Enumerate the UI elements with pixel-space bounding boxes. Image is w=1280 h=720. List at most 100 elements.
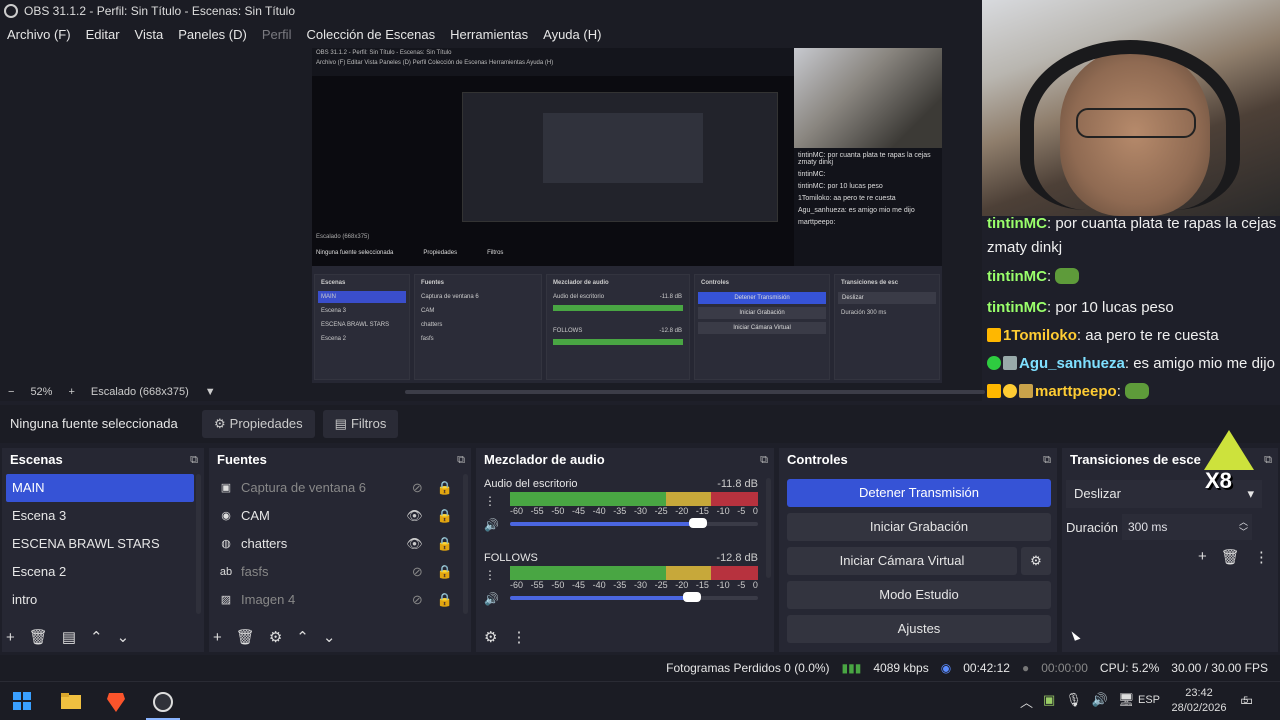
stepper-icon[interactable]: ︿ ﹀ (1239, 517, 1248, 537)
clock[interactable]: 23:42 28/02/2026 (1170, 686, 1228, 716)
transition-menu-icon[interactable]: ⋮ (1254, 548, 1269, 566)
lock-icon[interactable]: 🔒 (437, 530, 453, 558)
language-indicator[interactable]: ESP (1138, 694, 1160, 706)
lock-icon[interactable]: 🔒 (437, 474, 453, 502)
menu-coleccion[interactable]: Colección de Escenas (306, 27, 435, 42)
scene-item-escena-2[interactable]: Escena 2 (6, 558, 194, 586)
menu-perfil[interactable]: Perfil (262, 27, 292, 42)
volume-handle[interactable] (683, 592, 702, 602)
move-down-icon[interactable]: ⌄ (323, 628, 336, 646)
tray-chevron-icon[interactable]: ︿ (1020, 692, 1033, 711)
microphone-icon[interactable]: 🎙 (1065, 692, 1082, 711)
undock-icon[interactable]: ⧉ (190, 448, 198, 472)
scene-item-brawl-stars[interactable]: ESCENA BRAWL STARS (6, 530, 194, 558)
lock-icon[interactable]: 🔒 (437, 558, 453, 586)
mixer-title: Mezclador de audio (484, 452, 605, 467)
sources-scrollbar[interactable] (463, 474, 468, 614)
volume-handle[interactable] (688, 518, 707, 528)
volume-slider[interactable] (510, 518, 707, 528)
filters-label: Filtros (350, 416, 387, 431)
volume-slider[interactable] (510, 592, 702, 602)
menu-vista[interactable]: Vista (135, 27, 164, 42)
menu-paneles[interactable]: Paneles (D) (178, 27, 247, 42)
more-options-icon[interactable]: ⋮ (484, 568, 496, 582)
lock-icon[interactable]: 🔒 (437, 502, 453, 530)
move-down-icon[interactable]: ⌄ (117, 628, 130, 646)
undock-icon[interactable]: ⧉ (1043, 448, 1051, 472)
notifications-icon[interactable]: ▭5 (1240, 692, 1258, 709)
preview-scrollbar[interactable] (405, 390, 985, 394)
eye-hidden-icon[interactable]: ⊘ (412, 586, 423, 614)
obs-taskbar-icon[interactable] (152, 691, 174, 713)
menu-herramientas[interactable]: Herramientas (450, 27, 528, 42)
menu-ayuda[interactable]: Ayuda (H) (543, 27, 601, 42)
source-controls: 👁 🔒 (406, 502, 461, 530)
undock-icon[interactable]: ⧉ (1264, 448, 1272, 472)
eye-icon[interactable]: 👁 (406, 530, 423, 558)
move-up-icon[interactable]: ⌃ (296, 628, 309, 646)
volume-icon[interactable]: 🔊 (1092, 692, 1108, 711)
menu-editar[interactable]: Editar (86, 27, 120, 42)
filters-button[interactable]: ▤ Filtros (322, 410, 399, 438)
duration-field[interactable]: 300 ms ︿ ﹀ (1122, 514, 1252, 540)
meter-level (510, 492, 758, 506)
source-controls: 👁 🔒 (406, 530, 461, 558)
source-item[interactable]: ▨ Imagen 4 ⊘ 🔒 (213, 586, 461, 614)
verified-badge-icon (987, 356, 1001, 370)
mixer-menu-icon[interactable]: ⋮ (511, 628, 526, 646)
remove-source-icon[interactable]: 🗑 (236, 628, 255, 646)
add-scene-icon[interactable]: + (6, 629, 15, 646)
tray-app-icon[interactable]: ▣ (1043, 692, 1055, 711)
advanced-audio-icon[interactable]: ⚙ (484, 628, 497, 646)
scenes-scrollbar[interactable] (196, 474, 201, 614)
start-recording-button[interactable]: Iniciar Grabación (787, 513, 1051, 541)
stop-stream-button[interactable]: Detener Transmisión (787, 479, 1051, 507)
zoom-out-button[interactable]: − (8, 386, 14, 398)
chat-text: : por 10 lucas peso (1046, 299, 1174, 316)
studio-mode-button[interactable]: Modo Estudio (787, 581, 1051, 609)
remove-scene-icon[interactable]: 🗑 (29, 628, 48, 646)
file-explorer-icon[interactable] (60, 691, 82, 713)
scene-item-intro[interactable]: intro (6, 586, 194, 614)
source-item[interactable]: ab fasfs ⊘ 🔒 (213, 558, 461, 586)
lock-icon[interactable]: 🔒 (437, 586, 453, 614)
network-icon[interactable]: 🖥 (1118, 692, 1135, 711)
windows-start-icon[interactable] (12, 691, 34, 713)
source-item[interactable]: ◉ CAM 👁 🔒 (213, 502, 461, 530)
source-settings-icon[interactable]: ⚙ (269, 628, 282, 646)
scene-filters-icon[interactable]: ▤ (62, 628, 76, 646)
settings-button[interactable]: Ajustes (787, 615, 1051, 643)
add-transition-icon[interactable]: + (1198, 548, 1207, 566)
undock-icon[interactable]: ⧉ (760, 448, 768, 472)
transitions-dock: Transiciones de esce ⧉ Deslizar ▾ Duración… (1062, 448, 1278, 652)
zoom-in-button[interactable]: + (68, 386, 74, 398)
mixer-scrollbar[interactable] (766, 478, 771, 578)
add-source-icon[interactable]: + (213, 629, 222, 646)
scenes-dock: Escenas ⧉ MAIN Escena 3 ESCENA BRAWL STAR… (2, 448, 204, 652)
source-item[interactable]: ◍ chatters 👁 🔒 (213, 530, 461, 558)
speaker-icon[interactable]: 🔊 (484, 592, 499, 606)
speaker-icon[interactable]: 🔊 (484, 518, 499, 532)
remove-transition-icon[interactable]: 🗑 (1221, 548, 1240, 566)
program-preview[interactable]: OBS 31.1.2 - Perfil: Sin Título - Escena… (312, 48, 942, 384)
nested-dur-value: 300 ms (866, 310, 887, 316)
virtualcam-settings-button[interactable]: ⚙ (1021, 547, 1051, 575)
start-virtualcam-button[interactable]: Iniciar Cámara Virtual (787, 547, 1017, 575)
brave-browser-icon[interactable] (106, 691, 128, 713)
source-item[interactable]: ▣ Captura de ventana 6 ⊘ 🔒 (213, 474, 461, 502)
scaling-dropdown-icon[interactable]: ▼ (205, 386, 216, 398)
menu-archivo[interactable]: Archivo (F) (7, 27, 71, 42)
more-options-icon[interactable]: ⋮ (484, 494, 496, 508)
transition-select[interactable]: Deslizar ▾ (1066, 480, 1262, 508)
text-icon: ab (219, 566, 233, 578)
scene-item-escena-3[interactable]: Escena 3 (6, 502, 194, 530)
nested-status: Escalado (668x375) (316, 234, 370, 240)
undock-icon[interactable]: ⧉ (457, 448, 465, 472)
move-up-icon[interactable]: ⌃ (90, 628, 103, 646)
eye-hidden-icon[interactable]: ⊘ (412, 558, 423, 586)
scene-item-main[interactable]: MAIN (6, 474, 194, 502)
properties-button[interactable]: ⚙ Propiedades (202, 410, 315, 438)
eye-icon[interactable]: 👁 (406, 502, 423, 530)
eye-hidden-icon[interactable]: ⊘ (412, 474, 423, 502)
meter-tick: -45 (571, 506, 585, 516)
